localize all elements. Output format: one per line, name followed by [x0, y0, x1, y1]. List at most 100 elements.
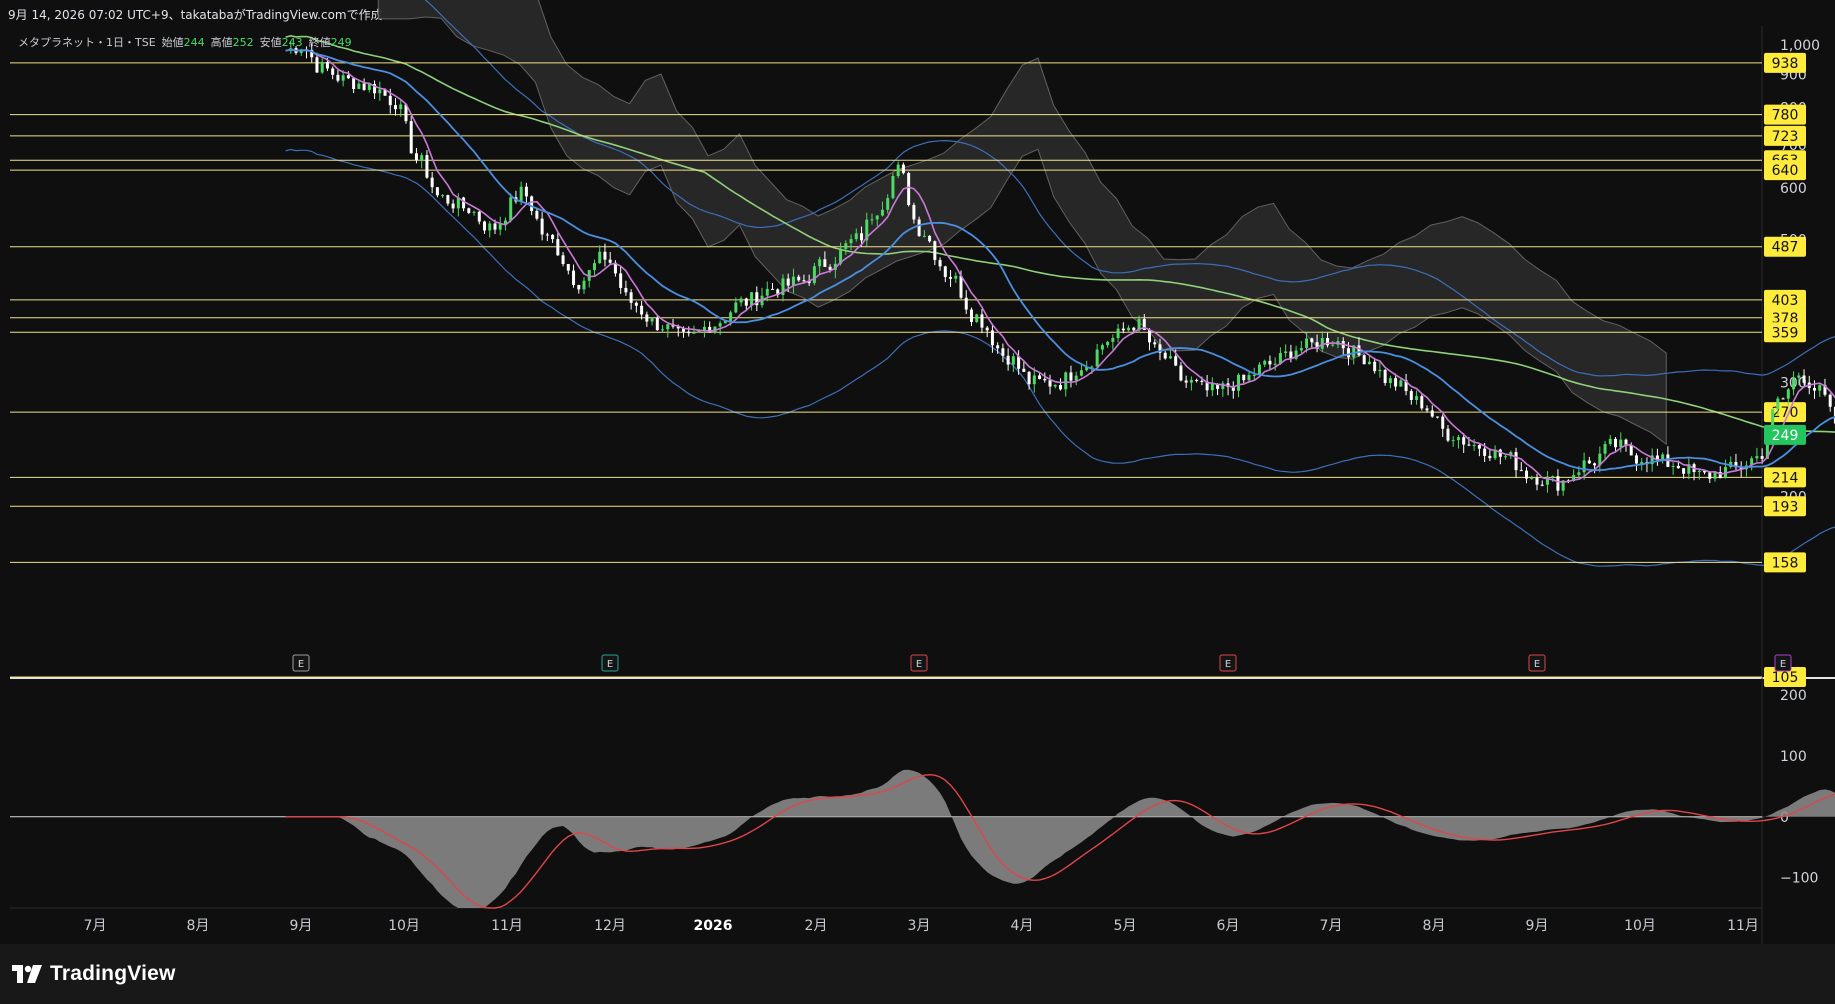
candle-body	[540, 218, 544, 235]
candle-body	[640, 305, 644, 315]
candle-body	[870, 219, 874, 221]
candle-body	[1048, 380, 1052, 387]
candle-body	[886, 198, 890, 210]
horizontal-level-label: 158	[1772, 555, 1799, 571]
candle-body	[472, 211, 476, 213]
candle-body	[959, 275, 963, 298]
candle-body	[1409, 391, 1413, 400]
horizontal-level-label: 193	[1772, 499, 1799, 515]
candle-body	[1111, 337, 1115, 342]
horizontal-level-label: 105	[1772, 670, 1799, 686]
candle-body	[1619, 439, 1623, 448]
candle-body	[1373, 361, 1377, 372]
time-tick-label: 9月	[290, 918, 313, 934]
time-tick-label: 2026	[694, 918, 733, 934]
candle-body	[357, 83, 361, 89]
candle-body	[488, 223, 492, 231]
candle-body	[394, 105, 398, 110]
candle-body	[1435, 416, 1439, 418]
candle-body	[1812, 387, 1816, 391]
horizontal-level-label: 723	[1772, 129, 1799, 145]
candle-body	[477, 211, 481, 222]
candle-body	[734, 302, 738, 313]
candle-body	[409, 121, 413, 154]
candle-body	[943, 266, 947, 277]
price-pane[interactable]	[10, 26, 1762, 677]
earnings-event-label: E	[916, 659, 922, 670]
candle-body	[441, 195, 445, 197]
candle-body	[891, 175, 895, 199]
candle-body	[378, 89, 382, 94]
candle-body	[1247, 375, 1251, 381]
horizontal-level-label: 938	[1772, 56, 1799, 72]
candle-body	[551, 234, 555, 240]
candle-body	[582, 280, 586, 290]
candle-body	[1058, 384, 1062, 390]
earnings-event-label: E	[298, 659, 304, 670]
candle-body	[1310, 338, 1314, 343]
candle-body	[1593, 463, 1597, 466]
candle-body	[928, 235, 932, 242]
candle-body	[1116, 328, 1120, 338]
candle-body	[1483, 448, 1487, 456]
time-tick-label: 4月	[1011, 918, 1034, 934]
legend-high-value: 252	[232, 36, 254, 49]
candle-body	[1614, 438, 1618, 448]
candle-body	[1038, 375, 1042, 379]
candle-body	[1786, 389, 1790, 399]
chart-canvas[interactable]: 7月 8月 9月 10月 11月 12月 2026 2月 3月 4月 5月 6月 7月 8月 9月 10月 11…	[0, 0, 1835, 944]
candle-body	[1095, 349, 1099, 367]
earnings-event-label: E	[1225, 659, 1231, 670]
candle-body	[1818, 385, 1822, 391]
candle-body	[1305, 338, 1309, 349]
candle-body	[771, 288, 775, 290]
candle-body	[1210, 383, 1214, 391]
candle-body	[1556, 476, 1560, 491]
candle-body	[1682, 468, 1686, 474]
candle-body	[320, 62, 324, 73]
candle-body	[1053, 384, 1057, 387]
candle-body	[572, 270, 576, 286]
candle-body	[509, 197, 513, 221]
candle-body	[315, 57, 319, 73]
earnings-event-label: E	[1534, 659, 1540, 670]
candle-body	[619, 273, 623, 288]
candle-body	[917, 219, 921, 236]
candle-body	[880, 209, 884, 216]
legend-open-label: 始値	[161, 36, 184, 49]
time-tick-label: 10月	[388, 918, 420, 934]
candle-body	[530, 196, 534, 211]
horizontal-level-label: 487	[1772, 240, 1799, 256]
candle-body	[603, 251, 607, 260]
candle-body	[1713, 472, 1717, 479]
candle-body	[388, 95, 392, 106]
candle-body	[399, 104, 403, 110]
candle-body	[451, 203, 455, 209]
candle-body	[1079, 370, 1083, 376]
candle-body	[1174, 356, 1178, 366]
legend-low-value: 243	[281, 36, 303, 49]
candle-body	[1697, 470, 1701, 473]
candle-body	[1284, 351, 1288, 354]
candle-body	[1451, 440, 1455, 442]
candle-body	[1519, 470, 1523, 472]
time-tick-label: 12月	[594, 918, 626, 934]
candle-body	[818, 259, 822, 267]
candle-body	[1153, 342, 1157, 345]
candle-body	[975, 314, 979, 322]
candle-body	[718, 323, 722, 327]
candle-body	[1242, 374, 1246, 381]
candle-body	[1121, 328, 1125, 331]
tradingview-brand[interactable]: TradingView	[12, 962, 176, 986]
candle-body	[954, 275, 958, 279]
candle-body	[561, 255, 565, 264]
candle-body	[1179, 365, 1183, 381]
candle-body	[1430, 410, 1434, 417]
candle-body	[875, 215, 879, 220]
time-tick-label: 7月	[1320, 918, 1343, 934]
candle-body	[1378, 369, 1382, 372]
candle-body	[797, 276, 801, 281]
candle-body	[1388, 378, 1392, 384]
candle-body	[446, 195, 450, 204]
candle-body	[922, 235, 926, 237]
